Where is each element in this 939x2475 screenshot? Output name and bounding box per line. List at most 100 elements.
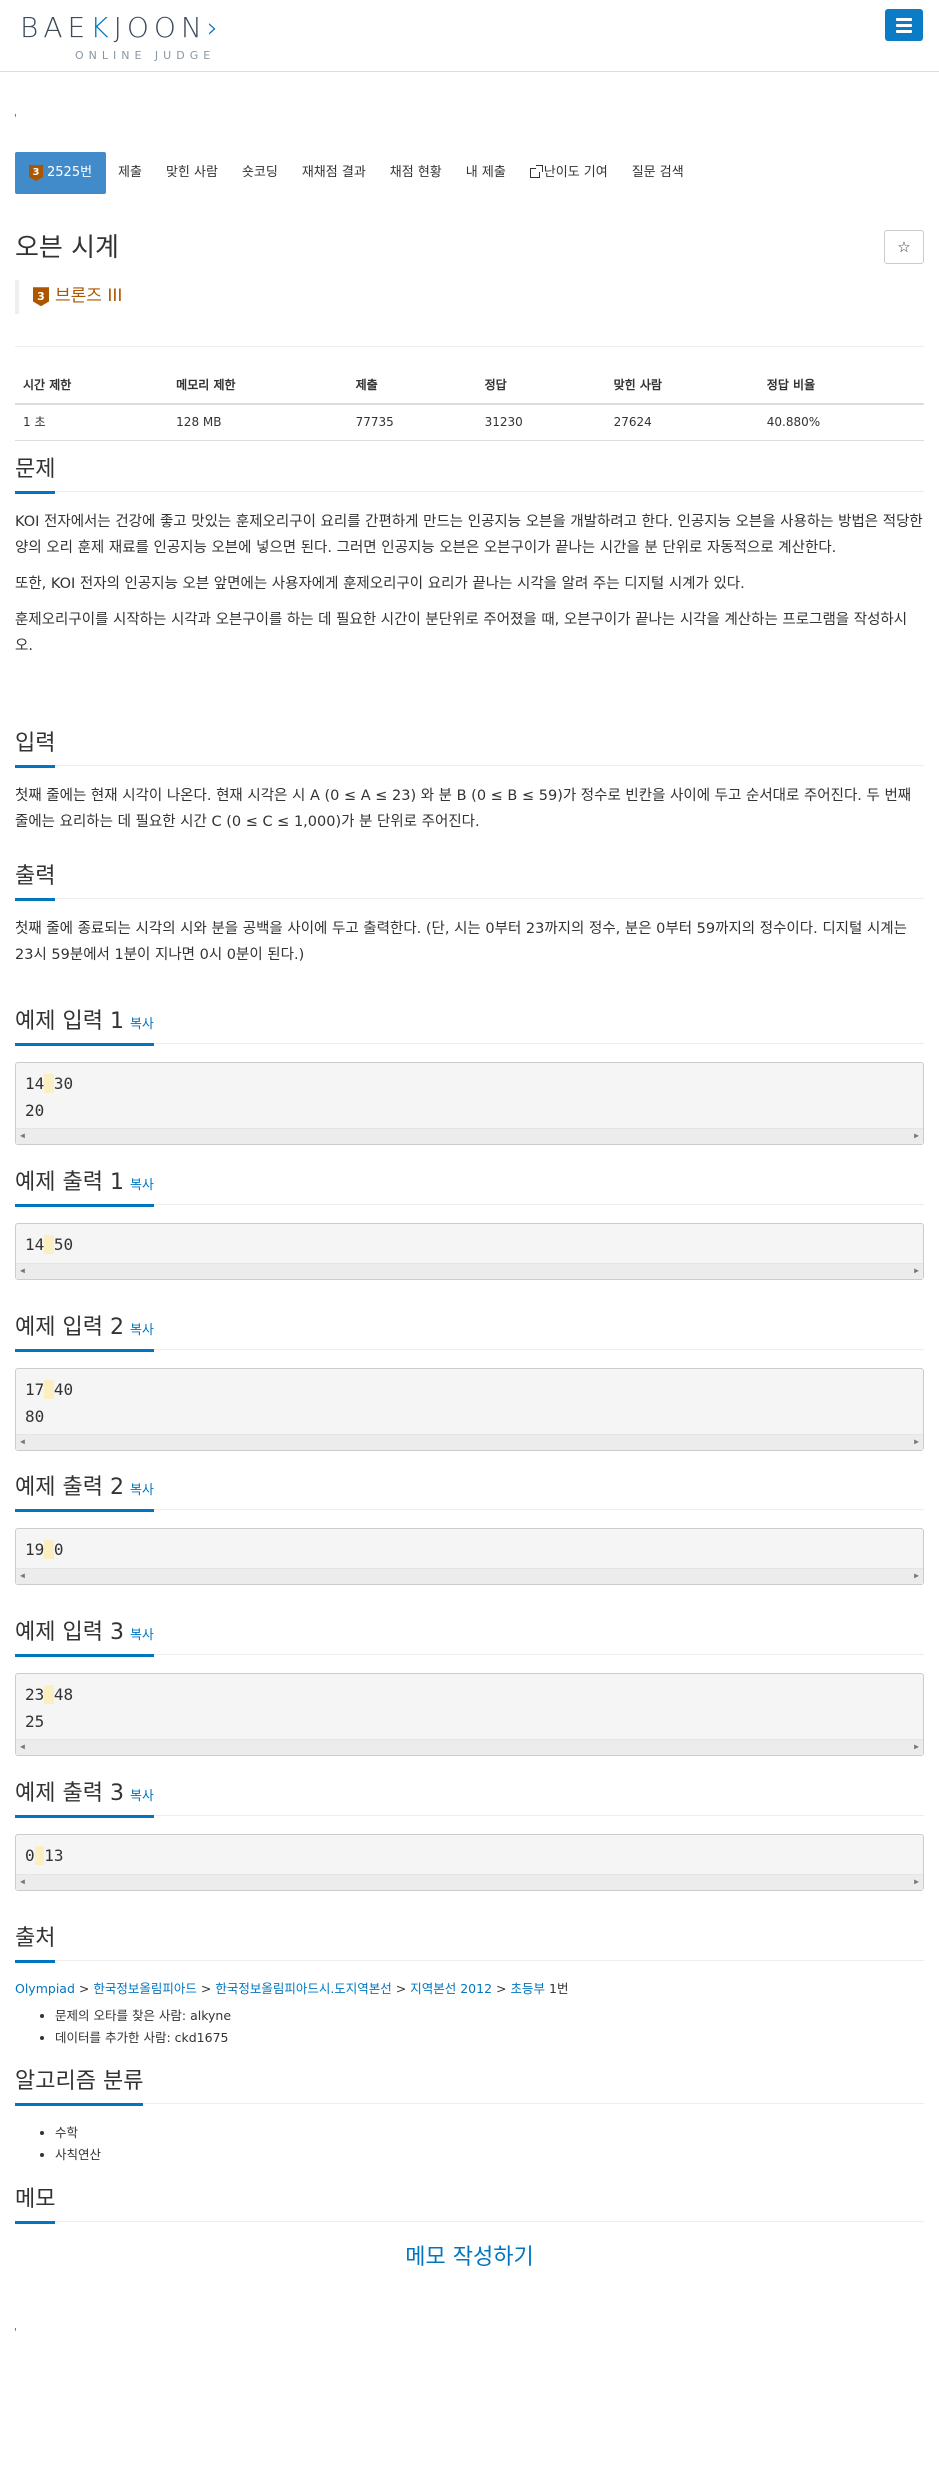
divider [15,346,924,347]
section-title: 예제 출력 2 복사 [15,1474,154,1512]
breadcrumb: Olympiad > 한국정보올림피아드 > 한국정보올림피아드시.도지역본선 … [15,1981,569,1997]
copy-button[interactable]: 복사 [130,1628,154,1643]
section-title: 출력 [15,863,56,901]
tab-status[interactable]: 채점 현황 [378,152,454,194]
memo-section: 메모 메모 작성하기 [15,2186,924,2276]
write-memo-button[interactable]: 메모 작성하기 [15,2240,924,2275]
scroll-right-icon[interactable]: ▶ [914,1571,919,1580]
source-section: 출처 Olympiad > 한국정보올림피아드 > 한국정보올림피아드시.도지역… [15,1925,924,2049]
hamburger-menu-icon[interactable] [885,9,923,41]
copy-button[interactable]: 복사 [130,1483,154,1498]
bronze-tier-icon: 3 [33,287,49,307]
tab-difficulty-contrib[interactable]: 난이도 기여 [518,152,620,194]
table-cell: 31230 [476,404,606,442]
input-text: 첫째 줄에는 현재 시각이 나온다. 현재 시각은 시 A (0 ≤ A ≤ 2… [15,788,912,831]
breadcrumb-link[interactable]: 한국정보올림피아드 [93,1981,197,1996]
site-header: BAEKJOON› ONLINE JUDGE [0,0,939,72]
logo-subtitle: ONLINE JUDGE [75,48,216,62]
horizontal-scrollbar[interactable]: ◀ ▶ [16,1262,923,1279]
horizontal-scrollbar[interactable]: ◀ ▶ [16,1434,923,1451]
scroll-right-icon[interactable]: ▶ [914,1132,919,1140]
scroll-left-icon[interactable]: ◀ [20,1438,25,1446]
section-header: 예제 출력 1 복사 [15,1169,924,1207]
breadcrumb-link[interactable]: 한국정보올림피아드시.도지역본선 [215,1981,391,1996]
sample-text: 14 50 [25,1235,74,1255]
section-title: 예제 입력 3 복사 [15,1619,154,1657]
table-header: 시간 제한 [15,368,169,406]
site-logo[interactable]: BAEKJOON› ONLINE JUDGE [20,6,270,62]
tab-solvers[interactable]: 맞힌 사람 [154,152,230,194]
table-cell: 128 MB [168,404,348,442]
bronze-tier-icon: 3 [29,165,43,181]
copy-button[interactable]: 복사 [130,1789,154,1804]
list-item[interactable]: 수학 [55,2122,924,2144]
table-header-row: 시간 제한 메모리 제한 제출 정답 맞힌 사람 정답 비율 [15,368,924,406]
tab-question-search[interactable]: 질문 검색 [620,152,696,194]
copy-button[interactable]: 복사 [130,1323,154,1338]
scroll-right-icon[interactable]: ▶ [914,1438,919,1446]
section-header: 메모 [15,2186,924,2224]
section-title: 문제 [15,456,56,494]
star-icon[interactable]: ☆ [884,230,924,264]
scroll-left-icon[interactable]: ◀ [20,1877,25,1886]
sample-code-box[interactable]: 0 13 ◀ ▶ [15,1834,924,1891]
table-cell: 40.880% [758,404,924,442]
sample-code-box[interactable]: 14 30 20 ◀ ▶ [15,1062,924,1146]
problem-section: 문제 KOI 전자에서는 건강에 좋고 맛있는 훈제오리구이 요리를 간편하게 … [15,456,924,669]
output-section: 출력 첫째 줄에 종료되는 시각의 시와 분을 공백을 사이에 두고 출력한다.… [15,863,924,979]
table-cell: 1 초 [15,404,169,442]
example-input-1: 예제 입력 1 복사 14 30 20 ◀ ▶ [15,1008,924,1146]
sample-code-box[interactable]: 17 40 80 ◀ ▶ [15,1368,924,1452]
scroll-left-icon[interactable]: ◀ [20,1266,25,1275]
copy-button[interactable]: 복사 [130,1178,154,1193]
scroll-left-icon[interactable]: ◀ [20,1571,25,1580]
scroll-right-icon[interactable]: ▶ [914,1743,919,1751]
table-header: 메모리 제한 [168,368,348,406]
problem-title-area: 오븐 시계 ☆ 3 브론즈 III [15,230,924,314]
table-header: 정답 비율 [758,368,924,406]
breadcrumb-link[interactable]: Olympiad [15,1981,75,1996]
sample-code-box[interactable]: 14 50 ◀ ▶ [15,1223,924,1280]
example-output-1: 예제 출력 1 복사 14 50 ◀ ▶ [15,1169,924,1280]
horizontal-scrollbar[interactable]: ◀ ▶ [16,1739,923,1756]
scroll-left-icon[interactable]: ◀ [20,1743,25,1751]
table-cell: 77735 [347,404,477,442]
problem-nav-tabs: 3 2525번 제출 맞힌 사람 숏코딩 재채점 결과 채점 현황 내 제출 난이… [15,152,924,194]
algorithm-section: 알고리즘 분류 수학 사칙연산 [15,2068,924,2166]
problem-title: 오븐 시계 [15,233,119,263]
tiny-mark: ' [14,113,17,124]
list-item[interactable]: 사칙연산 [55,2144,924,2166]
breadcrumb-link[interactable]: 지역본선 2012 [410,1981,492,1996]
problem-info-table: 시간 제한 메모리 제한 제출 정답 맞힌 사람 정답 비율 1 초 128 M… [15,368,924,442]
tab-problem[interactable]: 3 2525번 [15,152,107,194]
section-header: 예제 입력 3 복사 [15,1619,924,1657]
tab-short-coding[interactable]: 숏코딩 [230,152,290,194]
horizontal-scrollbar[interactable]: ◀ ▶ [16,1567,923,1584]
section-title: 예제 입력 2 복사 [15,1314,154,1352]
sample-code-box[interactable]: 19 0 ◀ ▶ [15,1528,924,1585]
horizontal-scrollbar[interactable]: ◀ ▶ [16,1873,923,1890]
table-header: 정답 [476,368,606,406]
tab-submit[interactable]: 제출 [106,152,154,194]
section-title: 예제 입력 1 복사 [15,1008,154,1046]
tab-my-submissions[interactable]: 내 제출 [454,152,518,194]
section-header: 예제 출력 2 복사 [15,1474,924,1512]
scroll-right-icon[interactable]: ▶ [914,1266,919,1275]
tier-label[interactable]: 3 브론즈 III [15,279,924,314]
tab-rejudge[interactable]: 재채점 결과 [290,152,378,194]
section-title: 메모 [15,2186,56,2224]
sample-code-box[interactable]: 23 48 25 ◀ ▶ [15,1673,924,1757]
scroll-right-icon[interactable]: ▶ [914,1877,919,1886]
horizontal-scrollbar[interactable]: ◀ ▶ [16,1128,923,1145]
contributors-list: 문제의 오타를 찾은 사람: alkyne 데이터를 추가한 사람: ckd16… [55,2005,924,2049]
section-title: 출처 [15,1925,56,1963]
section-header: 알고리즘 분류 [15,2068,924,2106]
section-header: 출처 [15,1925,924,1963]
copy-button[interactable]: 복사 [130,1017,154,1032]
scroll-left-icon[interactable]: ◀ [20,1132,25,1140]
breadcrumb-link[interactable]: 초등부 [511,1981,546,1996]
problem-text: KOI 전자에서는 건강에 좋고 맛있는 훈제오리구이 요리를 간편하게 만드는… [15,514,923,557]
table-cell: 27624 [605,404,759,442]
example-output-3: 예제 출력 3 복사 0 13 ◀ ▶ [15,1780,924,1891]
list-item: 데이터를 추가한 사람: ckd1675 [55,2027,924,2049]
